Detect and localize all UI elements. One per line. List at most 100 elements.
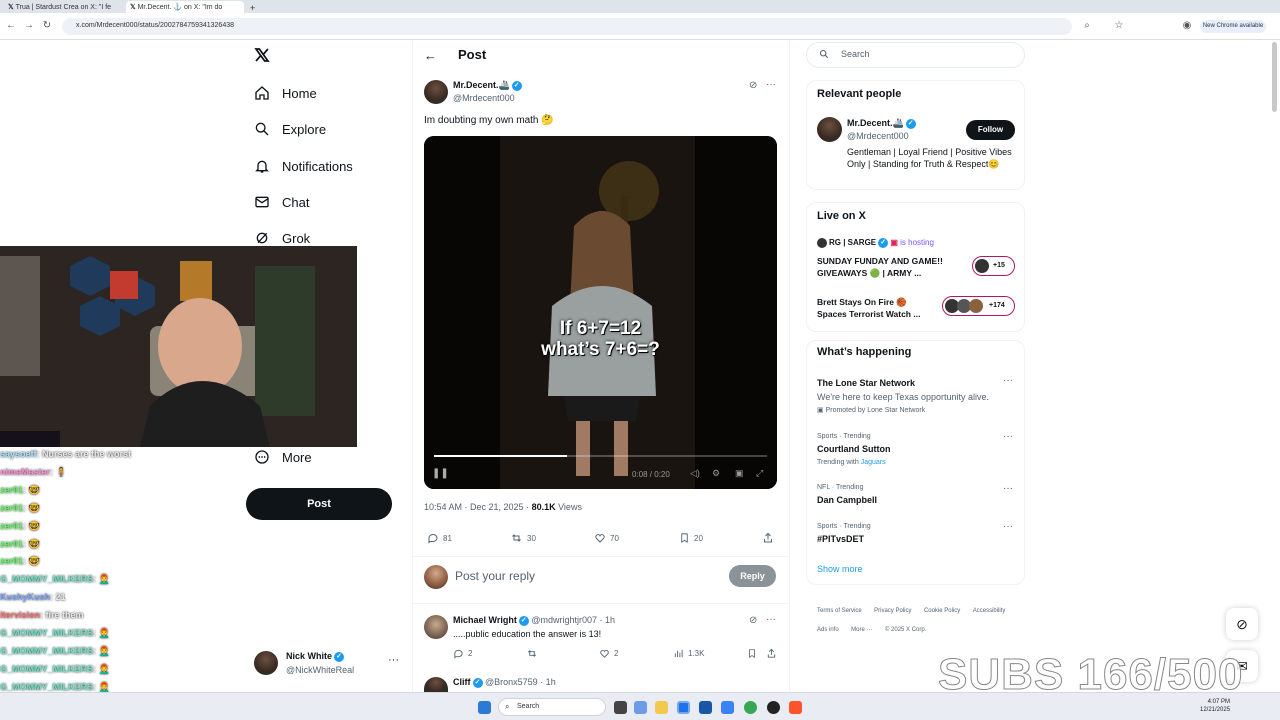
bookmark-icon <box>749 649 755 659</box>
trend-category: Sports · Trending <box>817 433 871 440</box>
trend-menu-dots-icon[interactable]: ··· <box>1003 521 1013 532</box>
reply-icon <box>454 649 463 659</box>
footer-link[interactable]: Accessibility <box>973 608 1006 614</box>
video-progress-track[interactable] <box>434 455 767 457</box>
fullscreen-icon[interactable]: ⤢ <box>756 468 763 479</box>
post-button[interactable]: Post <box>246 488 392 520</box>
relevant-handle[interactable]: @Mrdecent000 <box>847 131 909 141</box>
reply-views[interactable]: 1.3K <box>673 648 704 659</box>
reply-count-button[interactable]: 81 <box>427 532 452 544</box>
nav-more[interactable]: More <box>254 444 312 470</box>
trend-title[interactable]: #PITvsDET <box>817 534 864 544</box>
pause-icon[interactable]: ❚❚ <box>432 468 449 479</box>
settings-gear-icon[interactable]: ⚙ <box>712 468 720 479</box>
author-avatar[interactable] <box>424 80 448 104</box>
reply-author[interactable]: Michael Wright ✓ @mdwrightjr007 · 1h <box>453 615 615 626</box>
trend-menu-dots-icon[interactable]: ··· <box>1003 431 1013 442</box>
footer-link[interactable]: Terms of Service <box>817 608 862 614</box>
store-icon[interactable] <box>699 701 712 714</box>
back-arrow-icon[interactable]: ← <box>4 19 18 33</box>
reload-icon[interactable]: ↻ <box>40 19 54 33</box>
post-video-player[interactable]: If 6+7=12 what’s 7+6=? ❚❚ 0:08 / 0:20 ◁)… <box>424 136 777 489</box>
taskbar-search[interactable]: ⌕ Search <box>498 698 606 716</box>
follow-button[interactable]: Follow <box>966 120 1015 140</box>
whats-happening-title: What’s happening <box>817 346 912 358</box>
chat-text: : 🤓 <box>23 538 40 549</box>
volume-icon[interactable]: ◁) <box>690 468 700 479</box>
share-button[interactable] <box>762 532 778 544</box>
chrome-icon[interactable] <box>744 701 757 714</box>
webcam-scene-image <box>0 246 357 447</box>
reply-reply-button[interactable]: 2 <box>453 648 472 659</box>
live-listeners[interactable]: +15 <box>972 256 1015 276</box>
footer-copyright: © 2025 X Corp. <box>884 627 927 633</box>
trend-menu-dots-icon[interactable]: ··· <box>1003 483 1013 494</box>
footer-link[interactable]: Privacy Policy <box>874 608 911 614</box>
trend-link[interactable]: Jaguars <box>861 459 886 466</box>
post-menu-dots-icon[interactable]: ··· <box>766 79 776 90</box>
pip-icon[interactable]: ▣ <box>735 468 744 479</box>
author-handle[interactable]: @Mrdecent000 <box>453 93 515 103</box>
new-tab-button[interactable]: + <box>246 1 259 13</box>
reply-avatar[interactable] <box>424 615 448 639</box>
file-explorer-icon[interactable] <box>655 701 668 714</box>
reply-repost-button[interactable] <box>526 648 542 659</box>
browser-tab[interactable]: 𝕏 Trua | Stardust Crea on X: "I fe <box>4 1 122 13</box>
author-name[interactable]: Mr.Decent.🚢 ✓ <box>453 80 522 91</box>
mail-app-icon[interactable] <box>721 701 734 714</box>
reply-bookmark-button[interactable] <box>747 648 761 659</box>
brave-icon[interactable] <box>789 701 802 714</box>
edge-icon[interactable] <box>677 701 690 714</box>
trend-title[interactable]: The Lone Star Network <box>817 378 915 388</box>
like-count-button[interactable]: 70 <box>594 532 619 544</box>
nav-chat[interactable]: Chat <box>254 189 309 215</box>
back-arrow-icon[interactable]: ← <box>424 48 437 63</box>
footer-link[interactable]: More ··· <box>851 627 872 633</box>
grok-explain-icon[interactable]: ⊘ <box>749 80 757 91</box>
reply-share-button[interactable] <box>766 648 781 659</box>
taskbar-clock[interactable]: 4:07 PM 12/21/2025 <box>1200 698 1230 714</box>
url-field[interactable]: x.com/Mrdecent000/status/200278475934132… <box>62 18 1072 35</box>
reply-button[interactable]: Reply <box>729 565 776 587</box>
search-input[interactable]: Search <box>806 42 1025 68</box>
x-favicon-icon: 𝕏 <box>8 4 16 11</box>
bookmark-star-icon[interactable]: ☆ <box>1112 19 1126 33</box>
windows-start-icon[interactable] <box>478 701 491 714</box>
browser-tab-active[interactable]: 𝕏 Mr.Decent. ⚓ on X: "Im do <box>126 1 244 13</box>
footer-link[interactable]: Ads info <box>817 627 839 633</box>
account-menu-dots-icon[interactable]: ··· <box>388 654 399 666</box>
nav-home[interactable]: Home <box>254 80 317 106</box>
trend-menu-dots-icon[interactable]: ··· <box>1003 375 1013 386</box>
nav-notifications[interactable]: Notifications <box>254 153 353 179</box>
account-avatar[interactable] <box>254 651 278 675</box>
trend-title[interactable]: Dan Campbell <box>817 495 877 505</box>
forward-arrow-icon[interactable]: → <box>22 19 36 33</box>
live-space-title[interactable]: SUNDAY FUNDAY AND GAME!! GIVEAWAYS 🟢 | A… <box>817 255 967 279</box>
reply-input[interactable]: Post your reply <box>455 569 535 583</box>
task-view-icon[interactable] <box>614 701 627 714</box>
obs-icon[interactable] <box>767 701 780 714</box>
show-more-link[interactable]: Show more <box>817 564 863 574</box>
update-chrome-button[interactable]: New Chrome available <box>1200 20 1266 33</box>
profile-icon[interactable]: ◉ <box>1180 19 1194 33</box>
live-host[interactable]: RG | SARGE ✓ ▣ is hosting <box>817 238 934 248</box>
reply-like-button[interactable]: 2 <box>599 648 618 659</box>
page-scrollbar[interactable] <box>1272 42 1277 112</box>
reply-author[interactable]: Cliff ✓ @Bronx5759 · 1h <box>453 677 556 688</box>
grok-float-icon[interactable]: ⊘ <box>1226 608 1258 640</box>
bookmark-count-button[interactable]: 20 <box>679 532 703 544</box>
x-logo-icon[interactable] <box>254 47 270 68</box>
grok-explain-icon[interactable]: ⊘ <box>749 615 757 626</box>
live-space-title[interactable]: Brett Stays On Fire 🏀 Spaces Terrorist Wa… <box>817 296 947 320</box>
copilot-icon[interactable] <box>634 701 647 714</box>
live-listeners[interactable]: +174 <box>942 296 1015 316</box>
zoom-icon[interactable]: ⌕ <box>1080 19 1094 33</box>
reply-menu-dots-icon[interactable]: ··· <box>766 614 776 625</box>
chat-message: KushyKush: 21 <box>0 592 66 602</box>
relevant-name[interactable]: Mr.Decent.🚢 ✓ <box>847 118 916 129</box>
nav-explore[interactable]: Explore <box>254 116 326 142</box>
repost-count-button[interactable]: 30 <box>510 532 536 544</box>
relevant-avatar[interactable] <box>817 117 842 142</box>
footer-link[interactable]: Cookie Policy <box>924 608 960 614</box>
trend-title[interactable]: Courtland Sutton <box>817 444 891 454</box>
